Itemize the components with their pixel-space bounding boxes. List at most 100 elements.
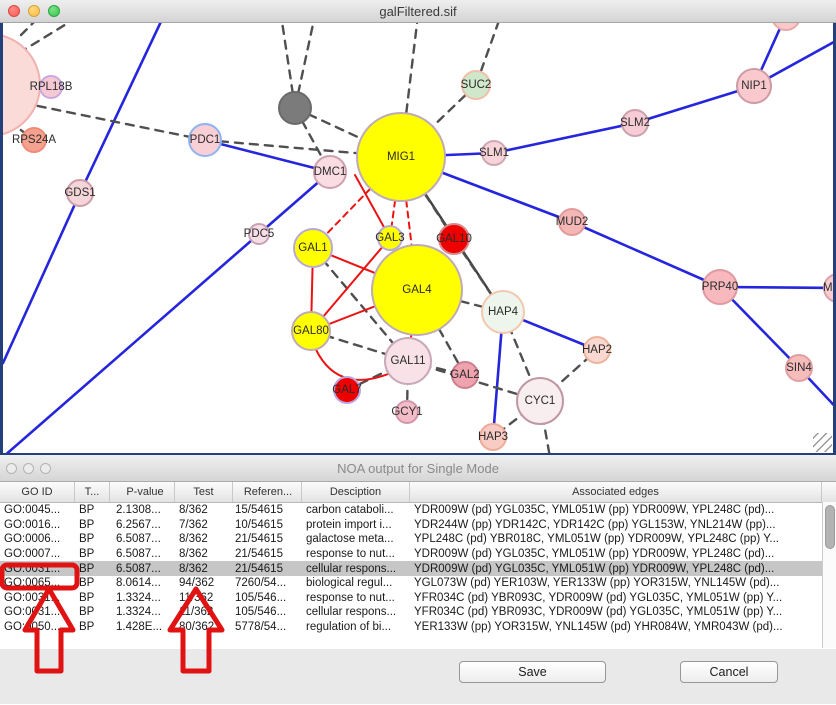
- table-cell: 2.1308...: [110, 504, 175, 516]
- scrollbar-thumb[interactable]: [825, 505, 835, 549]
- table-cell: 1.3324...: [110, 606, 175, 618]
- noa-window-titlebar[interactable]: NOA output for Single Mode: [0, 455, 836, 482]
- table-cell: cellular respons...: [302, 606, 410, 618]
- table-cell: 6.2567...: [110, 519, 175, 531]
- network-edge[interactable]: [494, 123, 635, 153]
- network-node-GDS1[interactable]: GDS1: [66, 179, 94, 207]
- network-node-CYC1[interactable]: CYC1: [516, 377, 564, 425]
- network-node-GAL4[interactable]: GAL4: [371, 244, 463, 336]
- network-node-PDC1[interactable]: PDC1: [188, 123, 222, 157]
- network-node-SIN4[interactable]: SIN4: [785, 354, 813, 382]
- network-node-GCY1[interactable]: GCY1: [395, 400, 419, 424]
- network-node-GAL80[interactable]: GAL80: [291, 311, 331, 351]
- network-node-HAP4[interactable]: HAP4: [481, 290, 525, 334]
- network-edge[interactable]: [3, 193, 80, 363]
- network-node-GAL7[interactable]: GAL7: [333, 376, 361, 404]
- network-edge[interactable]: [3, 172, 330, 453]
- cancel-button[interactable]: Cancel: [680, 661, 778, 683]
- table-row[interactable]: GO:0016...BP6.2567...7/36210/54615protei…: [0, 518, 836, 533]
- network-canvas[interactable]: RPL18B RPS24A GDS1 PDC1 MIG1 SUC2 SLM1 DMC1 SLM2…: [0, 23, 836, 456]
- table-row[interactable]: GO:0050...BP1.428E...80/3625778/54...reg…: [0, 620, 836, 635]
- resize-grip[interactable]: [813, 433, 832, 452]
- column-header-2[interactable]: P-value: [110, 482, 175, 502]
- node-label: GAL1: [298, 242, 327, 254]
- save-button[interactable]: Save: [459, 661, 606, 683]
- network-node-SLM2[interactable]: SLM2: [621, 109, 649, 137]
- network-window-titlebar[interactable]: galFiltered.sif: [0, 0, 836, 23]
- network-node-GAL10[interactable]: GAL10: [438, 223, 470, 255]
- network-node-RPL18B[interactable]: RPL18B: [39, 75, 63, 99]
- network-node-RPS24A[interactable]: RPS24A: [21, 127, 47, 153]
- close-button[interactable]: [8, 5, 20, 17]
- column-header-6[interactable]: Associated edges: [410, 482, 822, 502]
- network-node-MIG1[interactable]: MIG1: [356, 112, 446, 202]
- node-label: CYC1: [525, 395, 556, 407]
- close-button[interactable]: [6, 463, 17, 474]
- table-cell: YDR244W (pp) YDR142C, YDR142C (pp) YGL15…: [410, 519, 822, 531]
- table-cell: 10/54615: [233, 519, 302, 531]
- table-cell: 8.0614...: [110, 577, 175, 589]
- table-cell: 5778/54...: [233, 621, 302, 633]
- column-header-1[interactable]: T...: [75, 482, 110, 502]
- table-cell: 8/362: [175, 563, 233, 575]
- network-node-GAL1[interactable]: GAL1: [293, 228, 333, 268]
- network-edge[interactable]: [23, 103, 205, 140]
- table-cell: YDR009W (pd) YGL035C, YML051W (pp) YDR00…: [410, 563, 822, 575]
- vertical-scrollbar[interactable]: [822, 502, 836, 648]
- column-header-3[interactable]: Test: [175, 482, 233, 502]
- minimize-button[interactable]: [28, 5, 40, 17]
- network-node-HAP2[interactable]: HAP2: [583, 336, 611, 364]
- noa-output-window: NOA output for Single Mode GO IDT...P-va…: [0, 455, 836, 704]
- network-window-title: galFiltered.sif: [379, 4, 456, 19]
- table-header: GO IDT...P-valueTestReferen...Desciption…: [0, 482, 836, 503]
- node-label: GAL2: [450, 369, 479, 381]
- network-node-MUD2[interactable]: MUD2: [558, 208, 586, 236]
- column-header-4[interactable]: Referen...: [233, 482, 302, 502]
- table-cell: YFR034C (pd) YBR093C, YDR009W (pd) YGL03…: [410, 592, 822, 604]
- table-cell: YFR034C (pd) YBR093C, YDR009W (pd) YGL03…: [410, 606, 822, 618]
- network-node-SUC2[interactable]: SUC2: [461, 70, 491, 100]
- table-cell: BP: [75, 563, 110, 575]
- minimize-button[interactable]: [23, 463, 34, 474]
- table-row[interactable]: GO:0045...BP2.1308...8/36215/54615carbon…: [0, 503, 836, 518]
- network-node-SLM1[interactable]: SLM1: [481, 140, 507, 166]
- node-label: MUD2: [556, 216, 589, 228]
- table-cell: 94/362: [175, 577, 233, 589]
- node-label: GCY1: [391, 406, 422, 418]
- network-node-PRP40[interactable]: PRP40: [702, 269, 738, 305]
- network-node-NIP1[interactable]: NIP1: [736, 68, 772, 104]
- table-row[interactable]: GO:0065...BP8.0614...94/3627260/54...bio…: [0, 576, 836, 591]
- network-edge[interactable]: [19, 23, 81, 53]
- column-header-5[interactable]: Desciption: [302, 482, 410, 502]
- node-label: SLM1: [479, 147, 509, 159]
- zoom-button[interactable]: [48, 5, 60, 17]
- table-row[interactable]: GO:0007...BP6.5087...8/36221/54615respon…: [0, 547, 836, 562]
- node-label: SIN4: [786, 362, 812, 374]
- node-label: GAL10: [436, 233, 472, 245]
- table-row[interactable]: GO:0031...BP1.3324...11/362105/546...res…: [0, 591, 836, 606]
- table-cell: 7260/54...: [233, 577, 302, 589]
- network-node-DMC1[interactable]: DMC1: [313, 155, 347, 189]
- network-edge[interactable]: [21, 23, 41, 35]
- node-label: GDS1: [64, 187, 95, 199]
- network-node-PDC5[interactable]: PDC5: [248, 223, 270, 245]
- table-cell: GO:0031...: [0, 592, 75, 604]
- table-row[interactable]: GO:0031...BP1.3324...11/362105/546...cel…: [0, 605, 836, 620]
- zoom-button[interactable]: [40, 463, 51, 474]
- table-row[interactable]: GO:0006...BP6.5087...8/36221/54615galact…: [0, 532, 836, 547]
- network-edge[interactable]: [80, 23, 166, 193]
- column-header-0[interactable]: GO ID: [0, 482, 75, 502]
- network-node-GAL2[interactable]: GAL2: [451, 361, 479, 389]
- table-cell: 21/54615: [233, 533, 302, 545]
- table-cell: galactose meta...: [302, 533, 410, 545]
- network-edge[interactable]: [572, 222, 720, 287]
- table-cell: response to nut...: [302, 548, 410, 560]
- table-cell: YDR009W (pd) YGL035C, YML051W (pp) YDR00…: [410, 504, 822, 516]
- network-node-GAL11[interactable]: GAL11: [384, 337, 432, 385]
- table-cell: protein import i...: [302, 519, 410, 531]
- table-cell: 80/362: [175, 621, 233, 633]
- network-node-unnamed-gray[interactable]: [278, 91, 312, 125]
- network-node-HAP3[interactable]: HAP3: [479, 423, 507, 451]
- network-window: galFiltered.sif RPL18B RPS24A GDS1 PDC1 MIG1…: [0, 0, 836, 455]
- table-row-selected[interactable]: GO:0031...BP6.5087...8/36221/54615cellul…: [0, 561, 836, 576]
